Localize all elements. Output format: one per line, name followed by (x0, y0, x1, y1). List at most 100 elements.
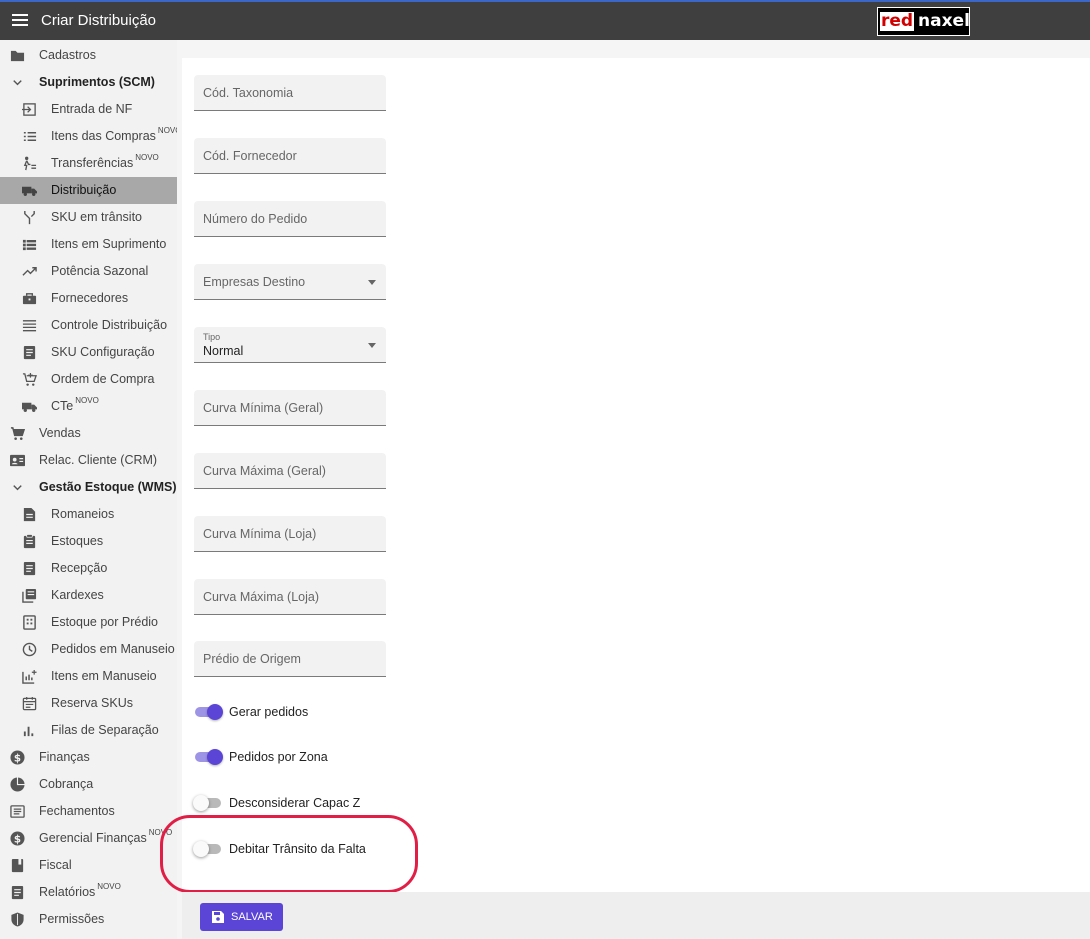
cod-taxonomia-field[interactable]: Cód. Taxonomia (194, 75, 386, 111)
sidebar-item-label: Relac. Cliente (CRM) (39, 453, 158, 467)
floppy-disk-icon (212, 911, 224, 923)
sidebar-item-itens-suprimento[interactable]: Itens em Suprimento (0, 231, 177, 258)
sidebar-item-sku-configuracao[interactable]: SKU Configuração (0, 339, 177, 366)
document-icon (11, 885, 24, 900)
pedidos-por-zona-toggle[interactable]: Pedidos por Zona (193, 748, 443, 768)
sidebar-item-cte[interactable]: CTe NOVO (0, 393, 177, 420)
logo-naxel-text: naxel (918, 11, 970, 31)
cod-fornecedor-field[interactable]: Cód. Fornecedor (194, 138, 386, 174)
dollar-icon: $ (10, 831, 25, 846)
sidebar-item-distribuicao[interactable]: Distribuição (0, 177, 177, 204)
gerar-pedidos-toggle[interactable]: Gerar pedidos (193, 703, 443, 723)
chevron-down-icon (13, 485, 22, 491)
sidebar-item-fiscal[interactable]: Fiscal (0, 852, 177, 879)
sidebar-item-transferencias[interactable]: Transferências NOVO (0, 150, 177, 177)
field-label: Curva Máxima (Loja) (203, 590, 320, 604)
sidebar-item-fechamentos[interactable]: Fechamentos (0, 798, 177, 825)
field-label: Empresas Destino (203, 275, 306, 289)
curva-maxima-loja-field[interactable]: Curva Máxima (Loja) (194, 579, 386, 615)
truck-icon (22, 186, 37, 196)
toggle-label: Desconsiderar Capac Z (229, 796, 361, 810)
sidebar-item-sku-transito[interactable]: SKU em trânsito (0, 204, 177, 231)
tipo-select[interactable]: Tipo Normal (194, 327, 386, 363)
empresas-destino-select[interactable]: Empresas Destino (194, 264, 386, 300)
sidebar-item-estoque-predio[interactable]: Estoque por Prédio (0, 609, 177, 636)
sidebar-item-filas-separacao[interactable]: Filas de Separação (0, 717, 177, 744)
sidebar-item-label: Vendas (39, 426, 81, 440)
page-title: Criar Distribuição (41, 12, 157, 29)
sidebar-item-potencia-sazonal[interactable]: Potência Sazonal (0, 258, 177, 285)
sidebar-item-estoques[interactable]: Estoques (0, 528, 177, 555)
sidebar-item-label: Estoque por Prédio (51, 615, 159, 629)
label-text: Itens das Compras (51, 129, 156, 143)
curva-minima-geral-field[interactable]: Curva Mínima (Geral) (194, 390, 386, 426)
curva-maxima-geral-field[interactable]: Curva Máxima (Geral) (194, 453, 386, 489)
shield-icon (11, 912, 24, 927)
chart-add-icon (22, 669, 37, 684)
toggle-label: Pedidos por Zona (229, 750, 328, 764)
sidebar-item-kardexes[interactable]: Kardexes (0, 582, 177, 609)
highlight-annotation (160, 815, 418, 893)
field-label: Número do Pedido (203, 212, 308, 226)
curva-minima-loja-field[interactable]: Curva Mínima (Loja) (194, 516, 386, 552)
sidebar-item-romaneios[interactable]: Romaneios (0, 501, 177, 528)
field-label: Cód. Fornecedor (203, 149, 297, 163)
contact-card-icon (10, 454, 25, 467)
sidebar-item-cobranca[interactable]: Cobrança (0, 771, 177, 798)
sidebar-item-recepcao[interactable]: Recepção (0, 555, 177, 582)
sidebar-item-relatorios[interactable]: Relatórios NOVO (0, 879, 177, 906)
sidebar-item-label: SKU Configuração (51, 345, 155, 359)
sidebar-item-label: Itens em Suprimento (51, 237, 167, 251)
toggle-label: Gerar pedidos (229, 705, 309, 719)
merge-icon (24, 210, 35, 225)
new-badge: NOVO (157, 126, 177, 135)
sidebar-item-fornecedores[interactable]: Fornecedores (0, 285, 177, 312)
sidebar-item-label: SKU em trânsito (51, 210, 143, 224)
document-icon (23, 345, 36, 360)
sidebar-item-label: Itens em Manuseio (51, 669, 157, 683)
desconsiderar-capac-toggle[interactable]: Desconsiderar Capac Z (193, 794, 443, 814)
document-icon (23, 507, 36, 522)
trending-up-icon (22, 267, 37, 276)
sidebar-item-reserva-skus[interactable]: Reserva SKUs (0, 690, 177, 717)
save-button-label: SALVAR (231, 911, 273, 923)
clock-icon (22, 642, 37, 657)
label-text: Relatórios (39, 885, 96, 899)
sidebar-item-crm[interactable]: Relac. Cliente (CRM) (0, 447, 177, 474)
sidebar-item-pedidos-manuseio[interactable]: Pedidos em Manuseio (0, 636, 177, 663)
list-icon (22, 239, 37, 251)
sidebar-item-itens-manuseio[interactable]: Itens em Manuseio (0, 663, 177, 690)
login-icon (22, 103, 36, 116)
sidebar-item-itens-compras[interactable]: Itens das ComprasNOVO (0, 123, 177, 150)
sidebar-item-vendas[interactable]: Vendas (0, 420, 177, 447)
sidebar-group-gestao-estoque[interactable]: Gestão Estoque (WMS) (0, 474, 177, 501)
sidebar-item-label: Relatórios NOVO (39, 882, 121, 899)
field-label: Cód. Taxonomia (203, 86, 294, 100)
sidebar-item-controle-distribuicao[interactable]: Controle Distribuição (0, 312, 177, 339)
predio-origem-field[interactable]: Prédio de Origem (194, 641, 386, 677)
sidebar-item-label: Distribuição (51, 183, 117, 197)
logo-red-text: red (880, 11, 914, 31)
sidebar-item-cadastros[interactable]: Cadastros (0, 42, 177, 69)
sidebar-item-permissoes[interactable]: Permissões (0, 906, 177, 933)
cart-icon (10, 427, 25, 440)
sidebar-item-gerencial-financas[interactable]: $ Gerencial Finanças NOVO (0, 825, 177, 852)
label-text: Transferências (51, 156, 134, 170)
numero-pedido-field[interactable]: Número do Pedido (194, 201, 386, 237)
brand-logo: red naxel (877, 7, 970, 36)
svg-text:$: $ (14, 752, 21, 764)
save-button[interactable]: SALVAR (200, 903, 283, 931)
sidebar-item-ordem-compra[interactable]: Ordem de Compra (0, 366, 177, 393)
sidebar-item-financas[interactable]: $ Finanças (0, 744, 177, 771)
sidebar-item-label: Suprimentos (SCM) (39, 75, 155, 89)
lines-icon (22, 320, 37, 332)
person-transfer-icon (23, 156, 37, 171)
sidebar-item-entrada-nf[interactable]: Entrada de NF (0, 96, 177, 123)
list-icon (23, 132, 37, 141)
sidebar-item-label: Itens das ComprasNOVO (51, 126, 177, 143)
sidebar-group-suprimentos[interactable]: Suprimentos (SCM) (0, 69, 177, 96)
book-icon (11, 858, 24, 873)
new-badge: NOVO (97, 882, 121, 891)
menu-icon[interactable] (12, 13, 28, 27)
sidebar-item-label: Fiscal (39, 858, 72, 872)
